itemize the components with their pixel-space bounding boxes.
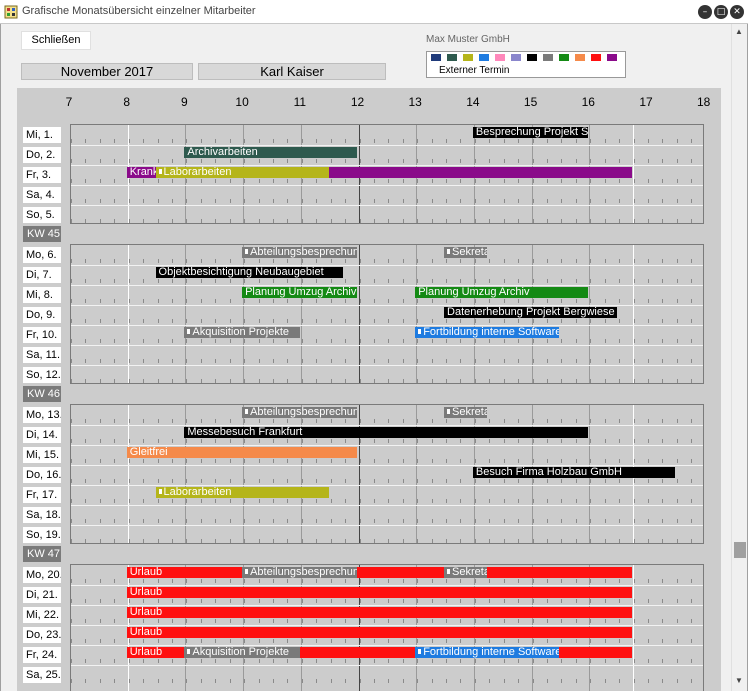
month-schedule-grid: 7 8 9 10 11 12 13 14 15 16 17 18 Mi, 1. Do, 2. Fr, 3. S… <box>17 88 721 691</box>
close-button[interactable]: Schließen <box>21 31 91 50</box>
legend-swatch <box>495 54 505 61</box>
day-label: Fr, 3. <box>23 167 61 183</box>
day-label: Mi, 1. <box>23 127 61 143</box>
event-bar[interactable]: Abteilungsbesprechung <box>242 567 358 578</box>
color-legend: Externer Termin <box>426 51 626 78</box>
scroll-thumb[interactable] <box>734 542 746 558</box>
event-bar[interactable]: Abteilungsbesprechung <box>242 407 358 418</box>
maximize-icon[interactable]: □ <box>714 5 728 19</box>
day-label: So, 19. <box>23 527 61 543</box>
event-bar[interactable]: Objektbesichtigung Neubaugebiet <box>155 267 344 278</box>
legend-swatch <box>447 54 457 61</box>
calendar-week-label: KW 46 <box>23 386 61 402</box>
hour-label: 8 <box>123 95 131 109</box>
hour-label: 16 <box>581 95 595 109</box>
hour-label: 13 <box>408 95 422 109</box>
event-bar[interactable]: Abteilungsbesprechung <box>242 247 358 258</box>
day-label: So, 5. <box>23 207 61 223</box>
day-label: Sa, 4. <box>23 187 61 203</box>
legend-swatch <box>431 54 441 61</box>
day-label: Di, 14. <box>23 427 61 443</box>
event-bar[interactable]: Gleitfrei <box>126 447 358 458</box>
day-label: Do, 23. <box>23 627 61 643</box>
day-label: Fr, 10. <box>23 327 61 343</box>
day-label: Di, 7. <box>23 267 61 283</box>
hour-label: 7 <box>65 95 73 109</box>
legend-swatch <box>607 54 617 61</box>
day-label: Mi, 15. <box>23 447 61 463</box>
event-bar[interactable]: Archivarbeiten <box>184 147 358 158</box>
event-bar[interactable]: Laborarbeiten <box>155 167 329 178</box>
day-label: Do, 2. <box>23 147 61 163</box>
day-label: Fr, 17. <box>23 487 61 503</box>
event-bar[interactable]: Urlaub <box>126 587 632 598</box>
legend-swatch <box>575 54 585 61</box>
legend-swatch <box>479 54 489 61</box>
company-name: Max Muster GmbH <box>426 34 510 45</box>
legend-swatch <box>527 54 537 61</box>
event-bar[interactable]: Urlaub <box>126 567 632 578</box>
event-bar[interactable]: Akquisition Projekte <box>184 647 300 658</box>
hour-label: 15 <box>523 95 538 109</box>
event-bar[interactable]: Sekretariat <box>444 247 488 258</box>
event-bar[interactable]: Datenerhebung Projekt Bergwiese <box>444 307 618 318</box>
title-bar: Grafische Monatsübersicht einzelner Mita… <box>0 0 748 24</box>
legend-swatch <box>463 54 473 61</box>
hour-label: 14 <box>466 95 480 109</box>
calendar-week-label: KW 47 <box>23 546 61 562</box>
event-bar[interactable]: Urlaub <box>126 607 632 618</box>
event-bar[interactable]: Akquisition Projekte <box>184 327 300 338</box>
legend-swatch <box>591 54 601 61</box>
calendar-week-label: KW 45 <box>23 226 61 242</box>
hour-label: 9 <box>181 95 188 109</box>
day-label: Fr, 24. <box>23 647 61 663</box>
hour-label: 10 <box>235 95 249 109</box>
vertical-scrollbar[interactable]: ▲ ▼ <box>731 24 747 691</box>
employee-display: Karl Kaiser <box>198 63 386 80</box>
day-label: Mo, 6. <box>23 247 61 263</box>
app-icon <box>4 5 18 19</box>
day-label: Do, 16. <box>23 467 61 483</box>
event-bar[interactable]: Planung Umzug Archiv <box>415 287 589 298</box>
day-label: Sa, 18. <box>23 507 61 523</box>
hour-label: 12 <box>350 95 365 109</box>
day-label: Mo, 20. <box>23 567 61 583</box>
event-bar[interactable]: Laborarbeiten <box>155 487 329 498</box>
hour-label: 17 <box>639 95 653 109</box>
close-window-icon[interactable]: ✕ <box>730 5 744 19</box>
legend-swatch <box>559 54 569 61</box>
scroll-up-icon[interactable]: ▲ <box>735 27 743 36</box>
legend-label: Externer Termin <box>439 65 510 76</box>
event-bar[interactable]: Besprechung Projekt Schulung <box>472 127 589 138</box>
day-label: Sa, 11. <box>23 347 61 363</box>
event-bar[interactable]: Fortbildung interne Software <box>415 647 560 658</box>
day-label: Mi, 22. <box>23 607 61 623</box>
event-bar[interactable]: Fortbildung interne Software <box>415 327 560 338</box>
month-display: November 2017 <box>21 63 193 80</box>
scroll-down-icon[interactable]: ▼ <box>735 676 743 685</box>
legend-swatch <box>511 54 521 61</box>
event-bar[interactable]: Planung Umzug Archiv <box>242 287 358 298</box>
event-bar[interactable]: Messebesuch Frankfurt <box>184 427 589 438</box>
minimize-icon[interactable]: – <box>698 5 712 19</box>
event-bar[interactable]: Besuch Firma Holzbau GmbH <box>472 467 675 478</box>
day-label: Mi, 8. <box>23 287 61 303</box>
day-label: Mo, 13. <box>23 407 61 423</box>
event-bar[interactable]: Sekretariat <box>444 407 488 418</box>
legend-swatch <box>543 54 553 61</box>
hour-label: 11 <box>293 95 307 109</box>
day-label: Do, 9. <box>23 307 61 323</box>
event-bar[interactable]: Urlaub <box>126 627 632 638</box>
window-title: Grafische Monatsübersicht einzelner Mita… <box>22 5 256 17</box>
hour-label: 18 <box>697 95 711 109</box>
day-label: Sa, 25. <box>23 667 61 683</box>
day-label: Di, 21. <box>23 587 61 603</box>
event-bar[interactable]: Sekretariat <box>444 567 488 578</box>
day-label: So, 12. <box>23 367 61 383</box>
